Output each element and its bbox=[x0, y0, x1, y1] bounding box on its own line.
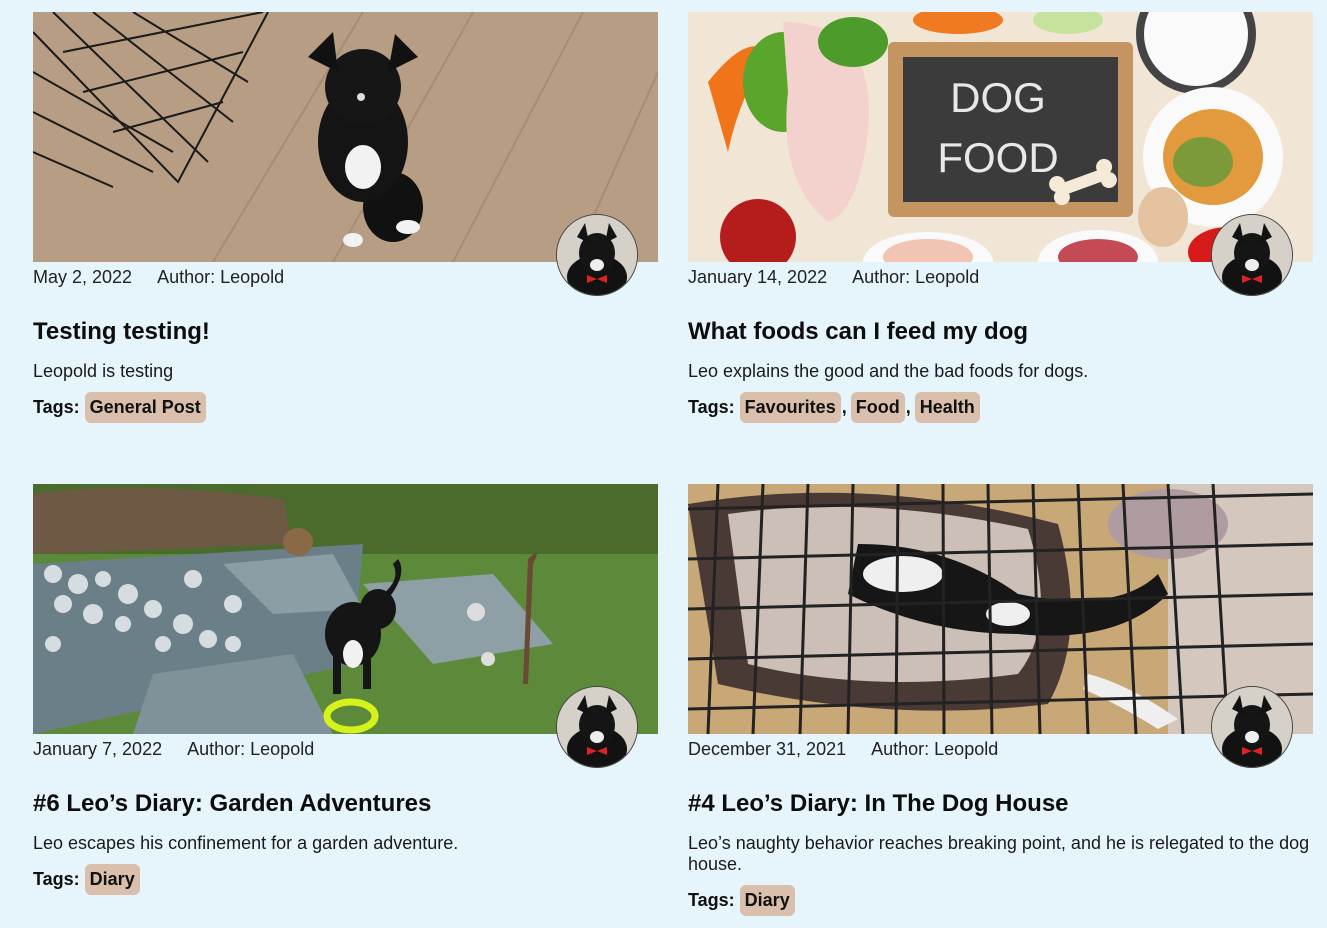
tag-diary[interactable]: Diary bbox=[84, 864, 140, 895]
post-title[interactable]: #4 Leo’s Diary: In The Dog House bbox=[688, 789, 1313, 819]
post-thumbnail[interactable] bbox=[33, 12, 658, 296]
post-excerpt: Leo escapes his confinement for a garden… bbox=[33, 833, 459, 853]
tags-label: Tags: bbox=[33, 869, 80, 889]
post-thumbnail[interactable]: DOG FOOD bbox=[688, 12, 1313, 296]
tag-favourites[interactable]: Favourites bbox=[739, 392, 841, 423]
dog-in-bed-image bbox=[688, 484, 1313, 734]
post-thumbnail[interactable] bbox=[33, 484, 658, 768]
post-tags: Tags: General Post bbox=[33, 392, 658, 423]
post-author: Author: Leopold bbox=[187, 739, 315, 759]
post-title[interactable]: #6 Leo’s Diary: Garden Adventures bbox=[33, 789, 658, 819]
post-thumbnail[interactable] bbox=[688, 484, 1313, 768]
post-date: December 31, 2021 bbox=[688, 739, 847, 759]
author-avatar[interactable] bbox=[1211, 214, 1293, 296]
tag-general-post[interactable]: General Post bbox=[84, 392, 206, 423]
author-avatar[interactable] bbox=[556, 214, 638, 296]
post-title[interactable]: Testing testing! bbox=[33, 317, 658, 347]
tags-label: Tags: bbox=[33, 397, 80, 417]
tags-label: Tags: bbox=[688, 890, 735, 910]
tag-food[interactable]: Food bbox=[850, 392, 905, 423]
puppy-on-floor-image bbox=[33, 12, 658, 262]
post-excerpt: Leo explains the good and the bad foods … bbox=[688, 361, 1089, 381]
image-caption-food: FOOD bbox=[937, 134, 1058, 181]
author-avatar[interactable] bbox=[1211, 686, 1293, 768]
author-avatar[interactable] bbox=[556, 686, 638, 768]
tag-health[interactable]: Health bbox=[914, 392, 980, 423]
post-excerpt: Leo’s naughty behavior reaches breaking … bbox=[688, 833, 1310, 874]
tag-diary[interactable]: Diary bbox=[739, 885, 795, 916]
post-tags: Tags: Diary bbox=[33, 864, 658, 895]
post-card: May 2, 2022 Author: Leopold Testing test… bbox=[33, 12, 658, 423]
post-tags: Tags: Favourites, Food, Health bbox=[688, 392, 1313, 423]
post-author: Author: Leopold bbox=[157, 267, 285, 287]
post-date: May 2, 2022 bbox=[33, 267, 133, 287]
post-date: January 7, 2022 bbox=[33, 739, 163, 759]
post-card: DOG FOOD January 14, 2022 Author: Leopol… bbox=[688, 12, 1313, 423]
tags-label: Tags: bbox=[688, 397, 735, 417]
post-date: January 14, 2022 bbox=[688, 267, 828, 287]
post-card: December 31, 2021 Author: Leopold #4 Leo… bbox=[688, 484, 1313, 916]
post-card: January 7, 2022 Author: Leopold #6 Leo’s… bbox=[33, 484, 658, 895]
post-title[interactable]: What foods can I feed my dog bbox=[688, 317, 1313, 347]
dog-food-image: DOG FOOD bbox=[688, 12, 1313, 262]
dog-in-garden-image bbox=[33, 484, 658, 734]
post-author: Author: Leopold bbox=[852, 267, 980, 287]
post-author: Author: Leopold bbox=[871, 739, 999, 759]
image-caption-dog: DOG bbox=[950, 74, 1046, 121]
post-tags: Tags: Diary bbox=[688, 885, 1313, 916]
post-excerpt: Leopold is testing bbox=[33, 361, 174, 381]
